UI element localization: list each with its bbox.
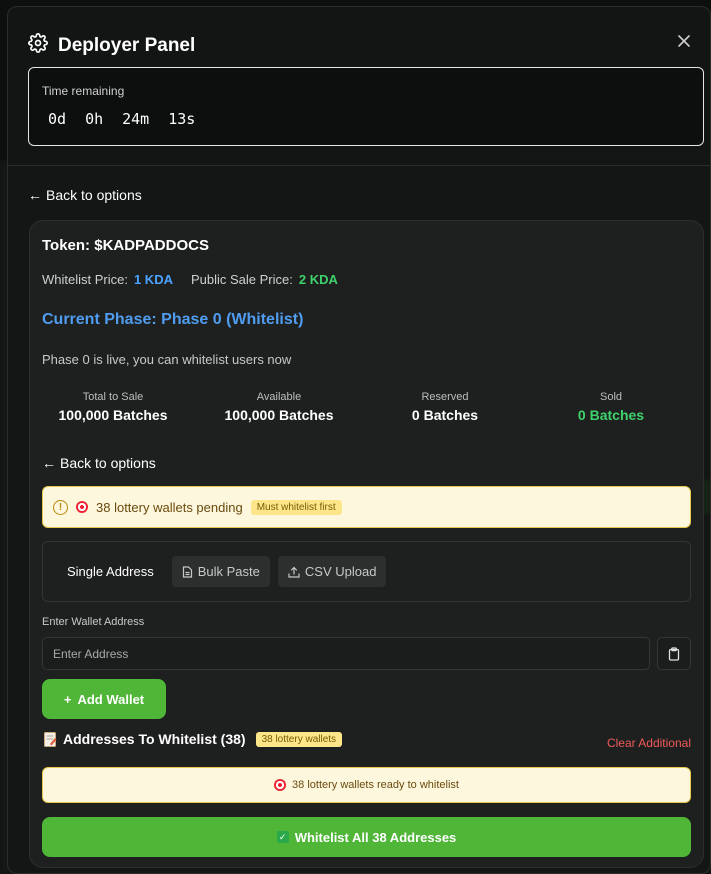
stat-label: Reserved	[421, 391, 469, 403]
public-price-label: Public Sale Price:	[190, 272, 293, 287]
wallet-address-label: Enter Wallet Address	[42, 616, 145, 628]
address-input-mode-tabs: Single Address Bulk Paste CSV Upload	[42, 541, 691, 602]
tab-single-address[interactable]: Single Address	[57, 556, 164, 587]
stat-total-to-sale: Total to Sale 100,000 Batches	[30, 391, 196, 423]
plus-icon: +	[63, 691, 72, 707]
modal-header: Deployer Panel	[28, 33, 195, 58]
clear-additional-button[interactable]: Clear Additional	[607, 736, 691, 750]
add-wallet-button[interactable]: + Add Wallet	[42, 679, 166, 719]
clipboard-icon	[668, 646, 680, 661]
close-icon	[678, 35, 690, 47]
must-whitelist-badge: Must whitelist first	[250, 499, 342, 515]
lottery-pending-banner: ! 38 lottery wallets pending Must whitel…	[42, 486, 691, 528]
gear-icon	[28, 33, 48, 58]
ready-text: 38 lottery wallets ready to whitelist	[292, 779, 459, 791]
header-divider	[8, 165, 711, 166]
token-title: Token: $KADPADDOCS	[42, 237, 209, 254]
token-card: Token: $KADPADDOCS Whitelist Price: 1 KD…	[29, 220, 704, 868]
countdown: 0d 0h 24m 13s	[48, 110, 195, 128]
stat-value: 0 Batches	[577, 407, 645, 423]
public-price-value: 2 KDA	[298, 272, 338, 287]
stat-label: Available	[256, 391, 302, 403]
target-icon	[274, 779, 287, 791]
stat-available: Available 100,000 Batches	[196, 391, 362, 423]
whitelist-all-button[interactable]: ✓ Whitelist All 38 Addresses	[42, 817, 691, 857]
back-to-options-link[interactable]: ← Back to options	[28, 187, 142, 203]
whitelist-price-value: 1 KDA	[133, 272, 173, 287]
stat-value: 100,000 Batches	[224, 407, 334, 423]
wallet-address-input[interactable]	[42, 637, 650, 670]
back-link-label: Back to options	[60, 455, 156, 471]
back-arrow-icon: ←	[42, 455, 56, 471]
time-remaining-box: Time remaining 0d 0h 24m 13s	[28, 67, 704, 146]
check-icon: ✓	[276, 831, 289, 843]
ready-to-whitelist-notice: 38 lottery wallets ready to whitelist	[42, 767, 691, 803]
countdown-days: 0d	[48, 110, 67, 128]
whitelist-all-label: Whitelist All 38 Addresses	[294, 829, 457, 845]
back-link-label: Back to options	[46, 187, 142, 203]
memo-icon	[44, 731, 57, 747]
stat-value: 0 Batches	[411, 407, 479, 423]
countdown-hours: 0h	[85, 110, 104, 128]
price-row: Whitelist Price: 1 KDA Public Sale Price…	[42, 272, 338, 287]
back-to-options-link-inner[interactable]: ← Back to options	[42, 455, 156, 471]
document-icon	[182, 565, 192, 578]
modal-title: Deployer Panel	[58, 34, 196, 56]
target-icon	[76, 501, 88, 513]
back-arrow-icon: ←	[28, 187, 42, 203]
whitelist-price-label: Whitelist Price:	[42, 272, 128, 287]
tab-csv-upload[interactable]: CSV Upload	[277, 556, 387, 587]
lottery-wallets-badge: 38 lottery wallets	[255, 731, 343, 747]
paste-button[interactable]	[657, 637, 691, 670]
time-remaining-label: Time remaining	[42, 84, 125, 98]
tab-label: Bulk Paste	[197, 564, 260, 579]
addresses-header: Addresses To Whitelist (38) 38 lottery w…	[44, 731, 343, 747]
add-wallet-label: Add Wallet	[77, 691, 145, 707]
upload-icon	[288, 566, 300, 578]
stat-label: Sold	[599, 391, 623, 403]
stat-label: Total to Sale	[82, 391, 144, 403]
addresses-title: Addresses To Whitelist (38)	[63, 731, 246, 747]
lottery-pending-text: 38 lottery wallets pending	[96, 499, 243, 515]
countdown-seconds: 13s	[168, 110, 196, 128]
warning-icon: !	[53, 499, 68, 515]
tab-label: CSV Upload	[304, 564, 377, 579]
stat-reserved: Reserved 0 Batches	[362, 391, 528, 423]
stat-value: 100,000 Batches	[58, 407, 168, 423]
close-button[interactable]	[672, 29, 696, 53]
tab-label: Single Address	[67, 564, 154, 579]
sale-stats: Total to Sale 100,000 Batches Available …	[30, 391, 705, 423]
tab-bulk-paste[interactable]: Bulk Paste	[171, 556, 270, 587]
phase-description: Phase 0 is live, you can whitelist users…	[42, 352, 292, 367]
current-phase-title: Current Phase: Phase 0 (Whitelist)	[42, 311, 304, 328]
stat-sold: Sold 0 Batches	[528, 391, 694, 423]
deployer-panel-modal: Deployer Panel Time remaining 0d 0h 24m …	[7, 6, 711, 874]
countdown-minutes: 24m	[122, 110, 150, 128]
